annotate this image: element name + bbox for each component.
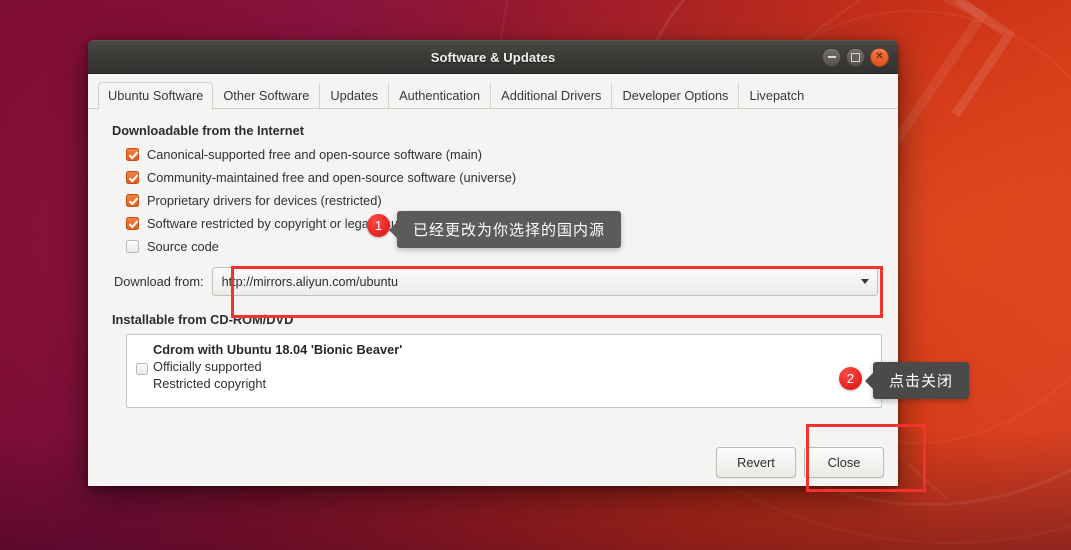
checkbox-label-source-code: Source code <box>147 239 219 254</box>
cdrom-list[interactable]: Cdrom with Ubuntu 18.04 'Bionic Beaver' … <box>126 334 882 408</box>
maximize-button[interactable] <box>846 47 865 67</box>
annotation-badge-1: 1 <box>367 214 390 237</box>
download-from-row: Download from: http://mirrors.aliyun.com… <box>114 267 884 296</box>
annotation-tooltip-2: 点击关闭 <box>873 362 970 399</box>
cdrom-item-title: Cdrom with Ubuntu 18.04 'Bionic Beaver' <box>153 342 403 357</box>
tab-bar: Ubuntu Software Other Software Updates A… <box>88 74 898 110</box>
checkbox-multiverse[interactable] <box>126 217 139 230</box>
window-body: Ubuntu Software Other Software Updates A… <box>88 74 898 486</box>
tab-content-ubuntu-software: Downloadable from the Internet Canonical… <box>88 109 898 408</box>
maximize-icon <box>851 52 860 62</box>
cdrom-item-line-2: Restricted copyright <box>153 376 267 391</box>
checkbox-main[interactable] <box>126 148 139 161</box>
checkbox-label-main: Canonical-supported free and open-source… <box>147 147 483 162</box>
close-button[interactable]: Close <box>804 447 884 478</box>
close-window-button[interactable]: ✕ <box>870 47 889 67</box>
annotation-tooltip-1: 已经更改为你选择的国内源 <box>397 211 622 248</box>
checkbox-label-universe: Community-maintained free and open-sourc… <box>147 170 517 185</box>
tab-ubuntu-software[interactable]: Ubuntu Software <box>98 82 214 110</box>
tab-updates[interactable]: Updates <box>320 83 390 109</box>
tab-other-software[interactable]: Other Software <box>213 83 321 109</box>
checkbox-universe[interactable] <box>126 171 139 184</box>
software-updates-window: Software & Updates ✕ Ubuntu Software Oth… <box>88 40 898 486</box>
tab-livepatch[interactable]: Livepatch <box>739 83 814 109</box>
checkbox-row-universe[interactable]: Community-maintained free and open-sourc… <box>126 170 884 185</box>
checkbox-source-code[interactable] <box>126 240 139 253</box>
window-title: Software & Updates <box>430 49 556 65</box>
minimize-icon <box>827 56 836 58</box>
checkbox-label-restricted: Proprietary drivers for devices (restric… <box>147 193 382 208</box>
annotation-badge-2: 2 <box>839 367 862 390</box>
tab-additional-drivers[interactable]: Additional Drivers <box>491 83 613 109</box>
minimize-button[interactable] <box>822 47 841 67</box>
checkbox-cdrom[interactable] <box>136 363 148 375</box>
tab-authentication[interactable]: Authentication <box>389 83 492 109</box>
chevron-down-icon <box>861 279 869 284</box>
close-icon: ✕ <box>875 51 884 62</box>
checkbox-row-main[interactable]: Canonical-supported free and open-source… <box>126 147 884 162</box>
tab-developer-options[interactable]: Developer Options <box>612 83 740 109</box>
download-from-select[interactable]: http://mirrors.aliyun.com/ubuntu <box>211 267 878 296</box>
checkbox-restricted[interactable] <box>126 194 139 207</box>
revert-button[interactable]: Revert <box>716 447 796 478</box>
window-titlebar[interactable]: Software & Updates ✕ <box>88 40 898 74</box>
cdrom-section-title: Installable from CD-ROM/DVD <box>112 312 294 327</box>
internet-section-title: Downloadable from the Internet <box>112 123 304 138</box>
download-from-label: Download from: <box>114 274 204 289</box>
download-from-value: http://mirrors.aliyun.com/ubuntu <box>221 274 399 289</box>
checkbox-row-restricted[interactable]: Proprietary drivers for devices (restric… <box>126 193 884 208</box>
dialog-footer: Revert Close <box>716 447 884 478</box>
cdrom-item-line-1: Officially supported <box>153 359 262 374</box>
window-controls: ✕ <box>822 41 889 73</box>
